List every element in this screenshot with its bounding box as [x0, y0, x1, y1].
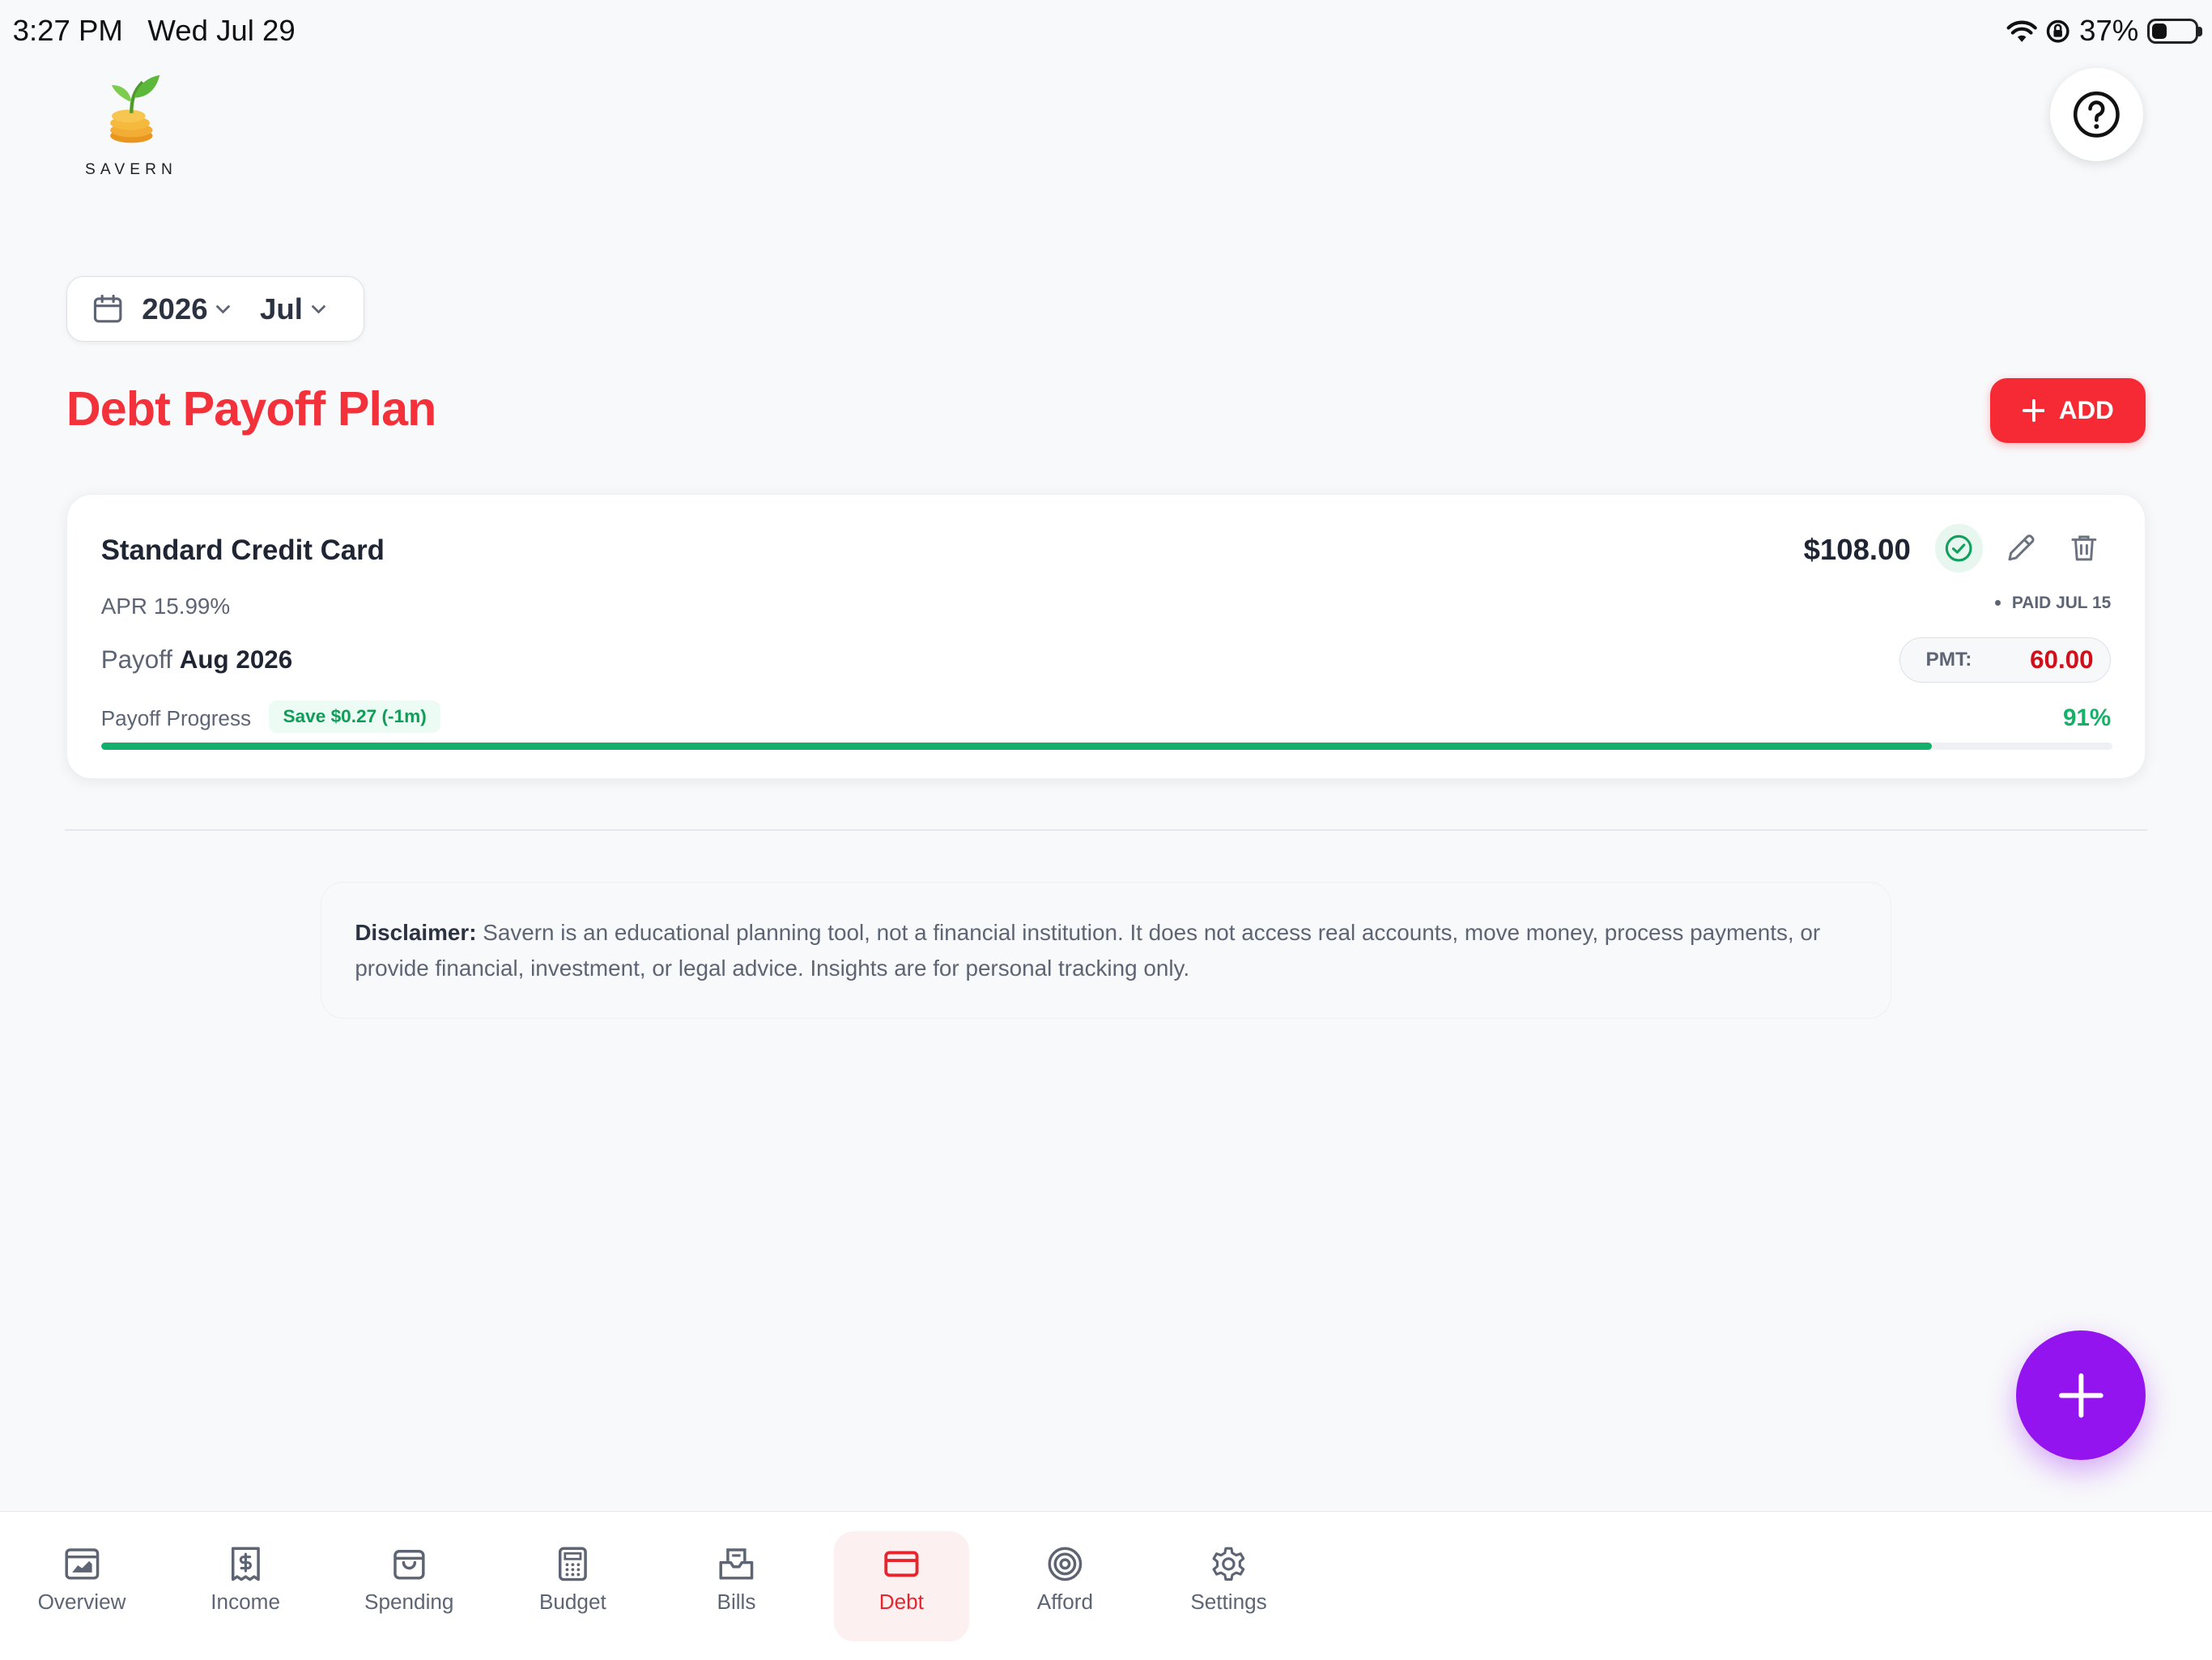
gear-icon: [1212, 1547, 1245, 1581]
status-time: 3:27 PM Wed Jul 29: [13, 14, 296, 48]
floating-add-button[interactable]: [2015, 1330, 2146, 1461]
brand-name: SAVERN: [85, 160, 177, 178]
month-select[interactable]: Jul: [260, 292, 326, 326]
orientation-lock-icon: [2047, 19, 2069, 43]
bottom-tab-bar: Overview Income Spending Budget Bills De…: [0, 1511, 2212, 1660]
payoff-date-value: Aug 2026: [179, 645, 293, 675]
debt-card: Standard Credit Card APR 15.99% Payoff A…: [66, 493, 2146, 779]
target-icon: [1048, 1547, 1083, 1581]
pencil-icon: [2008, 534, 2035, 561]
plus-icon: [2058, 1373, 2104, 1418]
debt-name: Standard Credit Card: [100, 534, 385, 566]
tab-spending-label: Spending: [364, 1589, 454, 1614]
mark-paid-button[interactable]: [1934, 524, 1983, 572]
chevron-down-icon: [215, 304, 231, 314]
debt-balance: $108.00: [1803, 532, 1911, 566]
disclaimer-label: Disclaimer:: [355, 920, 477, 945]
tab-budget-label: Budget: [538, 1589, 606, 1614]
edit-button[interactable]: [2004, 531, 2038, 571]
check-circle-icon: [1945, 534, 1972, 562]
credit-card-icon: [884, 1551, 919, 1577]
tab-overview-label: Overview: [37, 1589, 126, 1614]
tab-settings-label: Settings: [1190, 1589, 1267, 1614]
paid-status-text: PAID JUL 15: [2011, 593, 2112, 612]
disclaimer: Disclaimer: Savern is an educational pla…: [320, 881, 1892, 1019]
progress-percent: 91%: [2062, 704, 2112, 732]
inbox-icon: [719, 1548, 754, 1580]
debt-apr: APR 15.99%: [100, 593, 231, 619]
tab-afford[interactable]: Afford: [998, 1531, 1133, 1641]
plus-icon: [2022, 399, 2045, 422]
delete-button[interactable]: [2067, 531, 2101, 571]
calendar-icon: [94, 295, 122, 323]
tab-overview[interactable]: Overview: [14, 1531, 149, 1641]
section-divider: [65, 829, 2147, 832]
year-value: 2026: [142, 292, 208, 326]
brand-logo: SAVERN: [78, 74, 185, 179]
shopping-bag-icon: [393, 1550, 425, 1580]
battery-fill: [2152, 23, 2167, 39]
tab-budget[interactable]: Budget: [505, 1531, 640, 1641]
payoff-date: Payoff Aug 2026: [101, 645, 293, 675]
wifi-icon: [2006, 20, 2037, 42]
coin-sprout-icon: [109, 74, 160, 143]
disclaimer-text: Savern is an educational planning tool, …: [355, 920, 1821, 981]
help-button[interactable]: [2049, 67, 2143, 161]
chart-window-icon: [65, 1548, 99, 1580]
year-select[interactable]: 2026: [142, 292, 232, 326]
tab-bills[interactable]: Bills: [669, 1531, 804, 1641]
battery-percent: 37%: [2079, 14, 2139, 48]
status-indicators: 37%: [2006, 14, 2203, 48]
paid-dot: [1995, 600, 2001, 607]
chevron-down-icon: [311, 304, 325, 314]
tab-debt[interactable]: Debt: [833, 1531, 969, 1642]
tab-income[interactable]: Income: [178, 1531, 313, 1641]
tab-income-label: Income: [211, 1589, 280, 1614]
tab-settings[interactable]: Settings: [1161, 1531, 1296, 1641]
payment-label: PMT:: [1925, 648, 1972, 670]
add-debt-label: ADD: [2058, 395, 2114, 424]
add-debt-button[interactable]: ADD: [1990, 377, 2146, 444]
status-time-text: 3:27 PM: [12, 14, 123, 48]
payoff-prefix: Payoff: [100, 645, 173, 675]
payment-value[interactable]: 60.00: [2030, 645, 2093, 675]
payment-field[interactable]: PMT: 60.00: [1899, 636, 2112, 683]
question-circle-icon: [2073, 91, 2120, 138]
date-picker: 2026 Jul: [66, 276, 364, 342]
calculator-icon: [558, 1547, 587, 1581]
savings-badge: Save $0.27 (-1m): [269, 700, 441, 734]
receipt-dollar-icon: [231, 1547, 260, 1581]
month-value: Jul: [260, 292, 303, 326]
trash-icon: [2071, 535, 2097, 561]
battery-icon: [2146, 18, 2203, 45]
tab-debt-label: Debt: [878, 1589, 924, 1614]
tab-bills-label: Bills: [717, 1589, 756, 1614]
progress-bar: [100, 743, 2113, 751]
page-title: Debt Payoff Plan: [66, 381, 436, 436]
paid-status: PAID JUL 15: [1995, 594, 2111, 613]
progress-bar-fill: [100, 743, 1932, 751]
progress-label: Payoff Progress: [100, 706, 252, 731]
tab-afford-label: Afford: [1036, 1589, 1094, 1614]
status-date-text: Wed Jul 29: [147, 14, 296, 48]
tab-spending[interactable]: Spending: [342, 1531, 477, 1641]
